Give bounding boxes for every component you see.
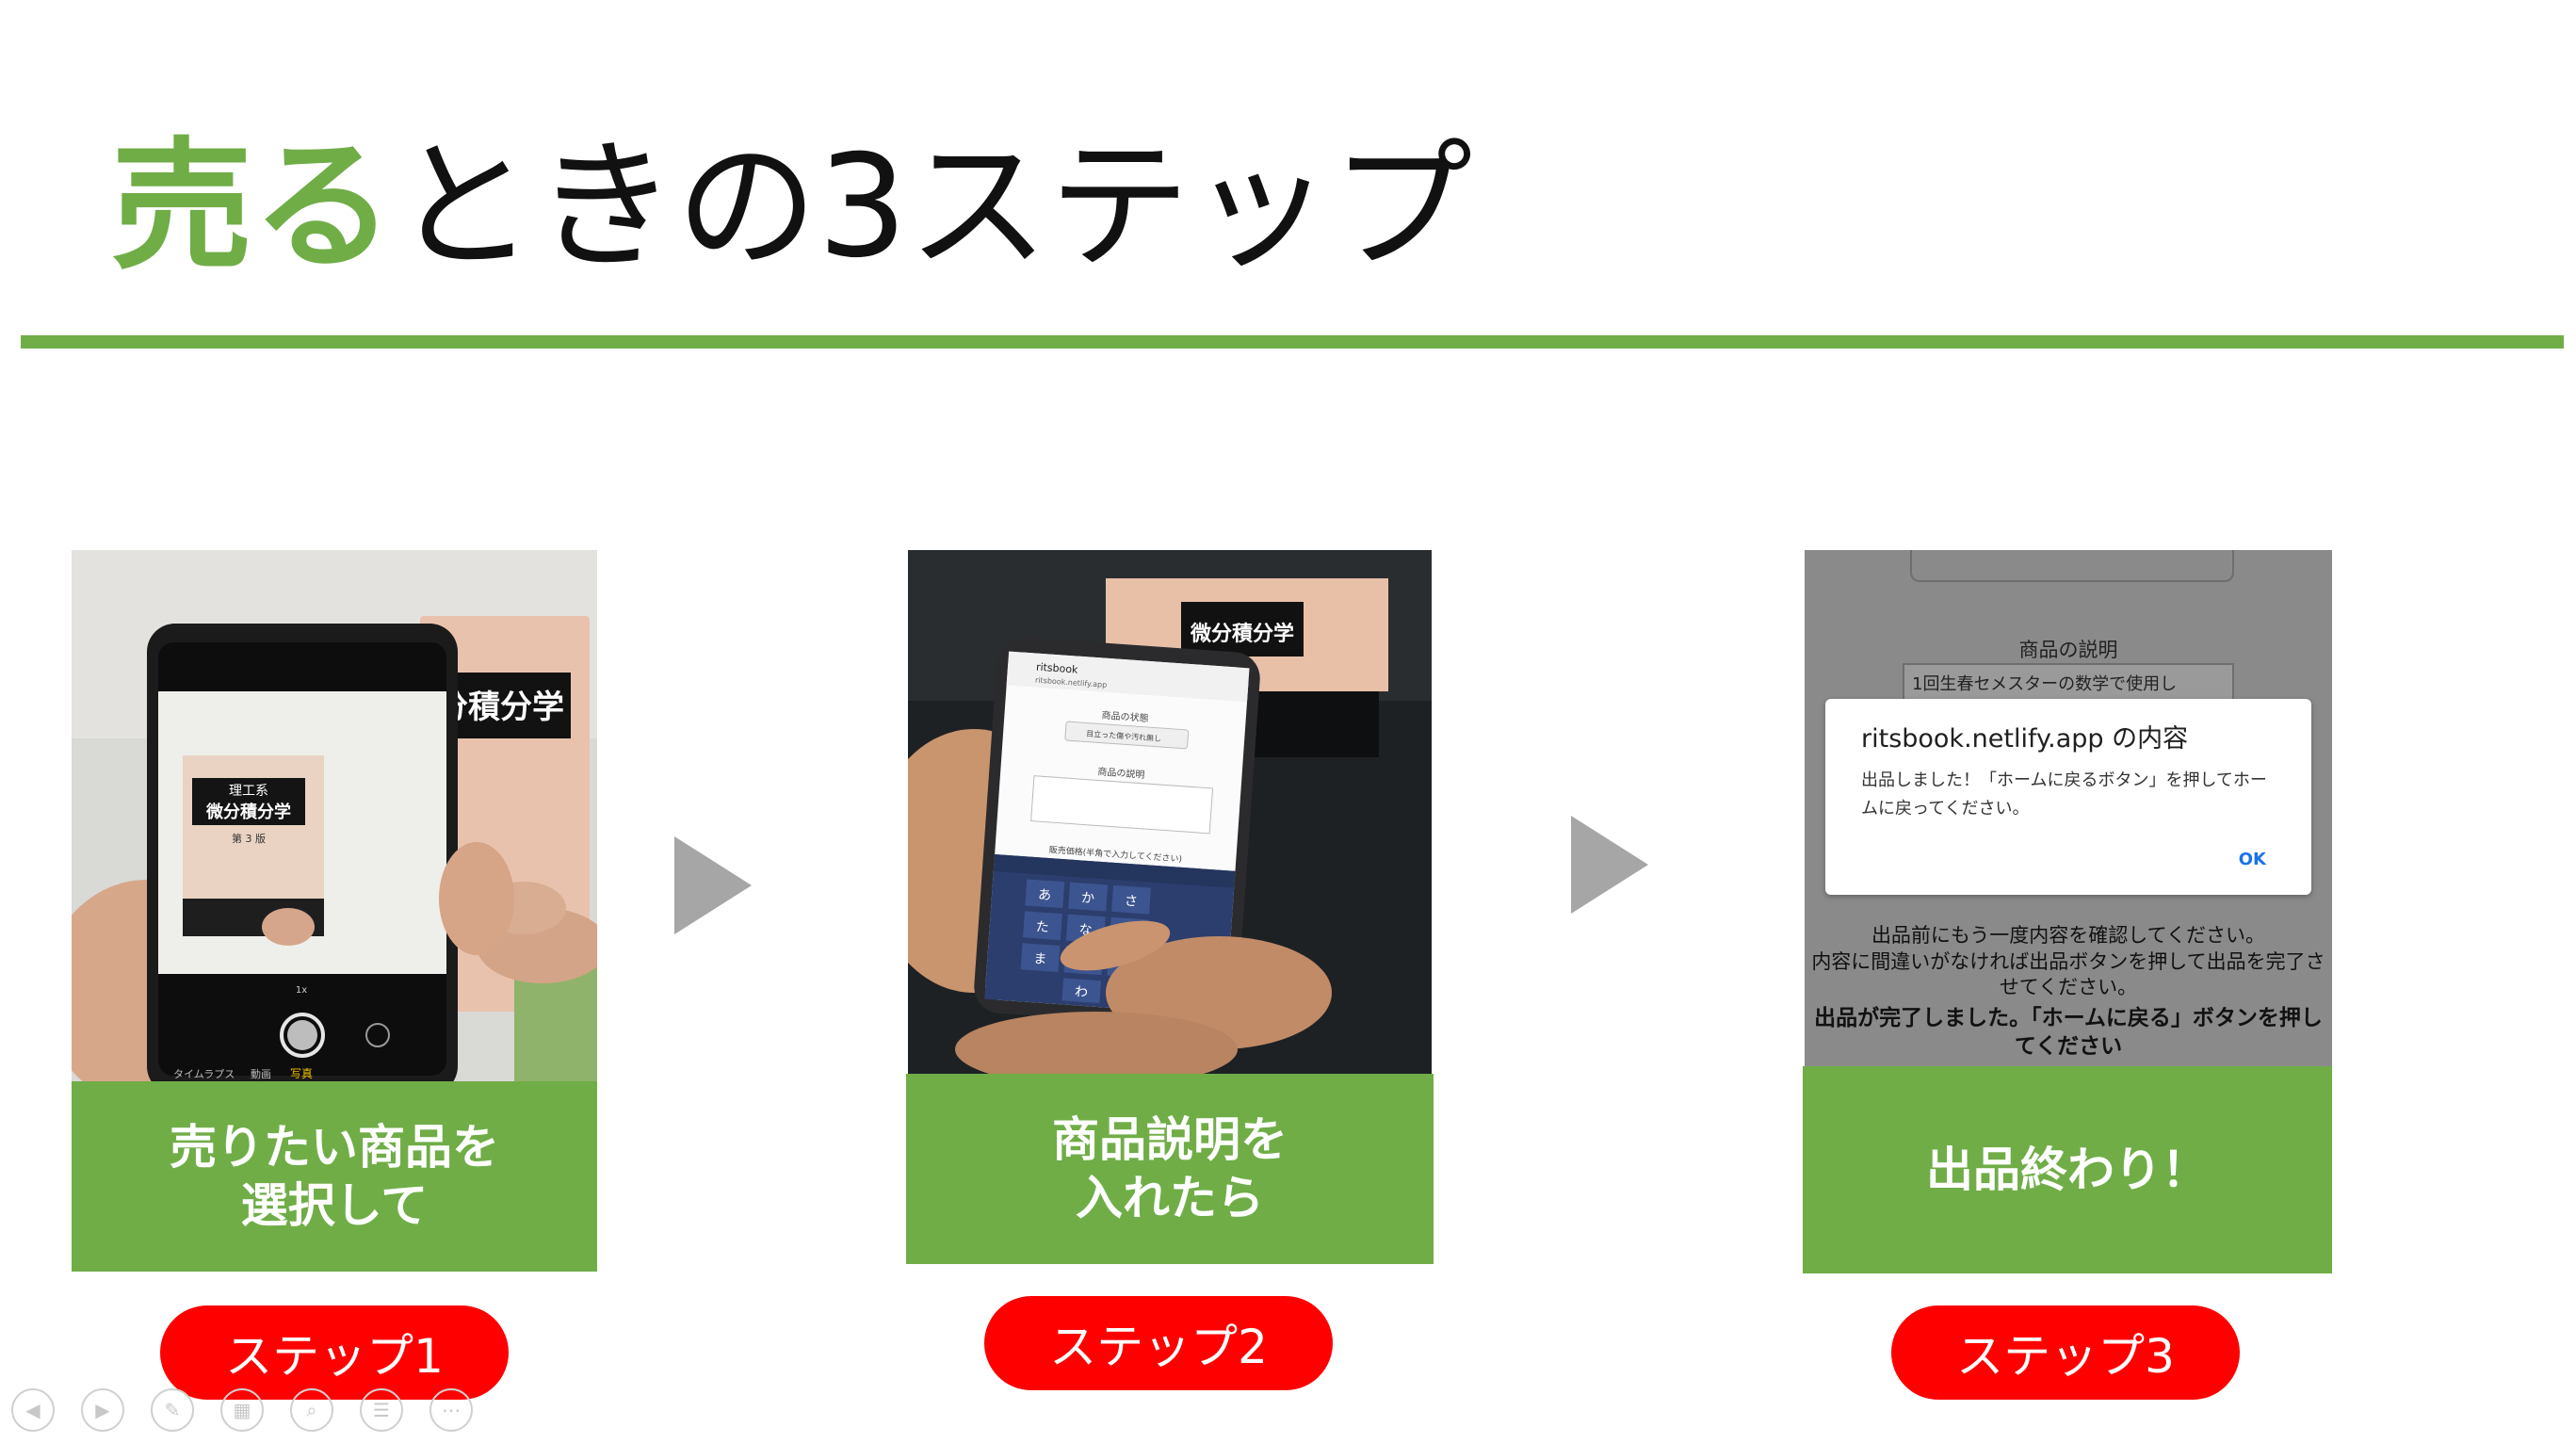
prev-icon[interactable]: ◀	[11, 1388, 55, 1432]
title-accent: 売る	[111, 125, 395, 289]
slides-icon[interactable]: ▦	[220, 1388, 264, 1432]
note-bold: 出品が完了しました。「ホームに戻る」ボタンを押してください	[1814, 1006, 2323, 1059]
dialog-title: ritsbook.netlify.app の内容	[1861, 724, 2189, 754]
more-icon[interactable]: ⋯	[429, 1388, 473, 1432]
condition-select	[1910, 550, 2234, 582]
subtitles-icon[interactable]: ☰	[360, 1388, 403, 1432]
key-ta: た	[1035, 919, 1049, 935]
step1-photo: 分積分学 理工系 微分積分学 第 3 版 1x タイムラプス 動画 写真	[72, 550, 597, 1081]
step3-badge: ステップ3	[1891, 1305, 2240, 1400]
preview-book-series: 理工系	[229, 784, 268, 799]
key-ka: か	[1080, 891, 1094, 907]
slide-title: 売るときの3ステップ	[111, 137, 1472, 278]
description-label: 商品の説明	[2018, 639, 2118, 661]
step1-caption: 売りたい商品を 選択して	[72, 1081, 597, 1272]
next-icon[interactable]: ▶	[81, 1388, 124, 1432]
key-ma: ま	[1033, 951, 1047, 967]
note-line-2: 内容に間違いがなければ出品ボタンを押して出品を完了させてください。	[1811, 950, 2325, 998]
preview-book-title: 微分積分学	[205, 802, 291, 822]
key-wa: わ	[1075, 984, 1089, 1000]
arrow-step2-to-3	[1571, 816, 1648, 914]
title-rest: ときの3ステップ	[394, 125, 1473, 289]
step3-caption: 出品終わり！	[1803, 1066, 2332, 1273]
alert-dialog: ritsbook.netlify.app の内容 出品しました！「ホームに戻るボ…	[1825, 699, 2311, 895]
presentation-toolbar: ◀ ▶ ✎ ▦ ⌕ ☰ ⋯	[11, 1388, 473, 1432]
mode-video: 動画	[251, 1067, 271, 1080]
arrow-step1-to-2	[674, 836, 752, 934]
step2-photo: 微分積分学 ritsbook ritsbook.netlify.app 商品の状…	[908, 550, 1432, 1074]
zoom-icon[interactable]: ⌕	[290, 1388, 333, 1432]
dialog-message: 出品しました！「ホームに戻るボタン」を押してホームに戻ってください。	[1861, 770, 2267, 819]
step2-badge: ステップ2	[984, 1296, 1333, 1390]
step1-badge: ステップ1	[160, 1305, 509, 1400]
pen-icon[interactable]: ✎	[151, 1388, 194, 1432]
key-a: あ	[1038, 887, 1052, 903]
step2-caption: 商品説明を 入れたら	[906, 1074, 1434, 1264]
note-line-1: 出品前にもう一度内容を確認してください。	[1871, 924, 2266, 947]
key-sa: さ	[1124, 894, 1138, 910]
preview-book-edition: 第 3 版	[232, 832, 266, 845]
mode-timelapse: タイムラプス	[173, 1068, 235, 1080]
zoom-indicator: 1x	[296, 985, 307, 996]
mode-photo: 写真	[290, 1067, 313, 1080]
title-underline	[21, 335, 2564, 349]
step3-screenshot: 商品の説明 1回生春セメスターの数学で使用し ritsbook.netlify.…	[1805, 550, 2332, 1066]
step2-book-title: 微分積分学	[1190, 622, 1294, 646]
dialog-ok-button[interactable]: OK	[2239, 850, 2266, 869]
